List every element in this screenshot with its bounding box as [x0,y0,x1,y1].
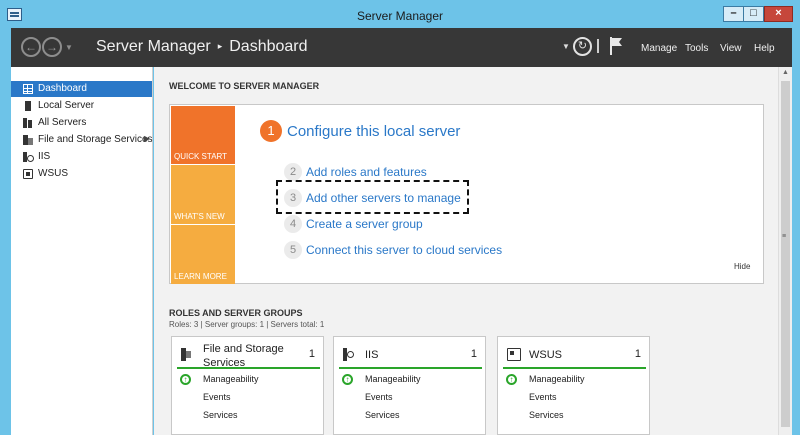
card-row-services[interactable]: Services [529,410,564,420]
back-arrow-icon[interactable]: ← [21,37,41,57]
dashboard-icon [23,84,33,94]
menu-manage[interactable]: Manage [641,43,677,54]
card-title[interactable]: File and Storage Services [203,342,303,370]
step-add-roles[interactable]: 2 Add roles and features [284,163,427,181]
sidebar-item-label: File and Storage Services [38,134,153,145]
storage-icon [181,348,195,361]
step-number: 2 [284,163,302,181]
card-row-events[interactable]: Events [529,392,557,402]
scroll-grip-icon: ≡ [782,233,787,240]
step-link[interactable]: Create a server group [306,217,423,231]
status-line [503,367,646,369]
step-link[interactable]: Connect this server to cloud services [306,243,502,257]
step-link[interactable]: Add roles and features [306,165,427,179]
step-configure-local-server[interactable]: 1 Configure this local server [260,120,460,142]
card-row-manageability[interactable]: Manageability [365,374,421,384]
header-bar: ← → ▼ Server Manager ▸ Dashboard ▼ ↻ Manag… [11,28,792,67]
server-icon [25,101,31,111]
card-title[interactable]: IIS [365,348,465,362]
storage-icon [23,135,33,145]
refresh-icon[interactable]: ↻ [573,37,592,56]
card-row-events[interactable]: Events [365,392,393,402]
breadcrumb-separator: ▸ [217,41,223,51]
breadcrumb-app: Server Manager [96,38,211,55]
sidebar-item-label: Dashboard [38,83,87,94]
sidebar-item-label: All Servers [38,117,87,128]
card-count: 1 [308,348,315,360]
servers-icon [23,118,33,128]
sidebar-item-all-servers[interactable]: All Servers [11,115,152,131]
role-card-iis[interactable]: IIS 1 ↑ Manageability Events Services [333,336,486,435]
step-number: 5 [284,241,302,259]
card-row-services[interactable]: Services [365,410,400,420]
sidebar: Dashboard Local Server All Servers File … [11,67,153,435]
submenu-arrow-icon[interactable]: ▶ [144,134,150,143]
status-line [177,367,320,369]
card-row-manageability[interactable]: Manageability [529,374,585,384]
tile-learn-more[interactable]: LEARN MORE [171,225,235,284]
scroll-thumb[interactable] [781,81,790,427]
hide-link[interactable]: Hide [734,262,750,271]
scroll-up-icon[interactable]: ▲ [782,69,789,76]
menu-help[interactable]: Help [754,43,775,54]
notifications-flag-icon[interactable] [610,37,624,55]
step-create-group[interactable]: 4 Create a server group [284,215,423,233]
status-up-icon: ↑ [180,374,191,385]
window-title: Server Manager [356,9,444,23]
sidebar-item-file-and-storage[interactable]: File and Storage Services ▶ [11,132,153,148]
card-count: 1 [634,348,641,360]
sidebar-item-local-server[interactable]: Local Server [11,98,152,114]
highlight-box [276,180,469,214]
step-connect-cloud[interactable]: 5 Connect this server to cloud services [284,241,502,259]
sidebar-item-wsus[interactable]: WSUS [11,166,152,182]
card-count: 1 [470,348,477,360]
history-dropdown-icon[interactable]: ▼ [65,43,73,52]
tile-label: WHAT'S NEW [174,212,225,221]
menu-view[interactable]: View [720,43,742,54]
card-row-manageability[interactable]: Manageability [203,374,259,384]
welcome-panel: QUICK START WHAT'S NEW LEARN MORE 1 Confi… [169,104,764,284]
step-link[interactable]: Configure this local server [287,123,460,140]
wsus-icon [507,348,521,361]
forward-arrow-icon[interactable]: → [42,37,62,57]
sidebar-item-label: IIS [38,151,51,162]
status-line [339,367,482,369]
header-separator [597,39,599,53]
card-row-services[interactable]: Services [203,410,238,420]
server-manager-window: Server Manager – □ × ← → ▼ Server Manage… [0,0,800,435]
sidebar-item-iis[interactable]: IIS [11,149,152,165]
maximize-button[interactable]: □ [743,6,764,22]
breadcrumb-page: Dashboard [229,38,308,55]
role-card-wsus[interactable]: WSUS 1 ↑ Manageability Events Services [497,336,650,435]
tile-whats-new[interactable]: WHAT'S NEW [171,165,235,224]
role-card-file-storage[interactable]: File and Storage Services 1 ↑ Manageabil… [171,336,324,435]
card-title[interactable]: WSUS [529,348,629,362]
tile-label: QUICK START [174,152,228,161]
vertical-scrollbar[interactable]: ▲ ≡ [778,67,792,435]
sidebar-item-label: Local Server [38,100,95,111]
roles-stats: Roles: 3 | Server groups: 1 | Servers to… [169,320,325,329]
sidebar-item-label: WSUS [38,168,68,179]
step-number: 1 [260,120,282,142]
iis-icon [23,152,34,162]
iis-icon [343,348,357,361]
status-up-icon: ↑ [342,374,353,385]
status-up-icon: ↑ [506,374,517,385]
card-row-events[interactable]: Events [203,392,231,402]
minimize-button[interactable]: – [723,6,744,22]
tile-label: LEARN MORE [174,272,227,281]
roles-title: ROLES AND SERVER GROUPS [169,308,303,318]
sidebar-item-dashboard[interactable]: Dashboard [11,81,152,97]
refresh-dropdown-icon[interactable]: ▼ [562,42,570,51]
welcome-title: WELCOME TO SERVER MANAGER [169,81,320,91]
tile-quick-start[interactable]: QUICK START [171,106,235,164]
step-number: 4 [284,215,302,233]
menu-tools[interactable]: Tools [685,43,708,54]
breadcrumb: Server Manager ▸ Dashboard [96,38,308,56]
wsus-icon [23,169,33,179]
close-button[interactable]: × [764,6,793,22]
